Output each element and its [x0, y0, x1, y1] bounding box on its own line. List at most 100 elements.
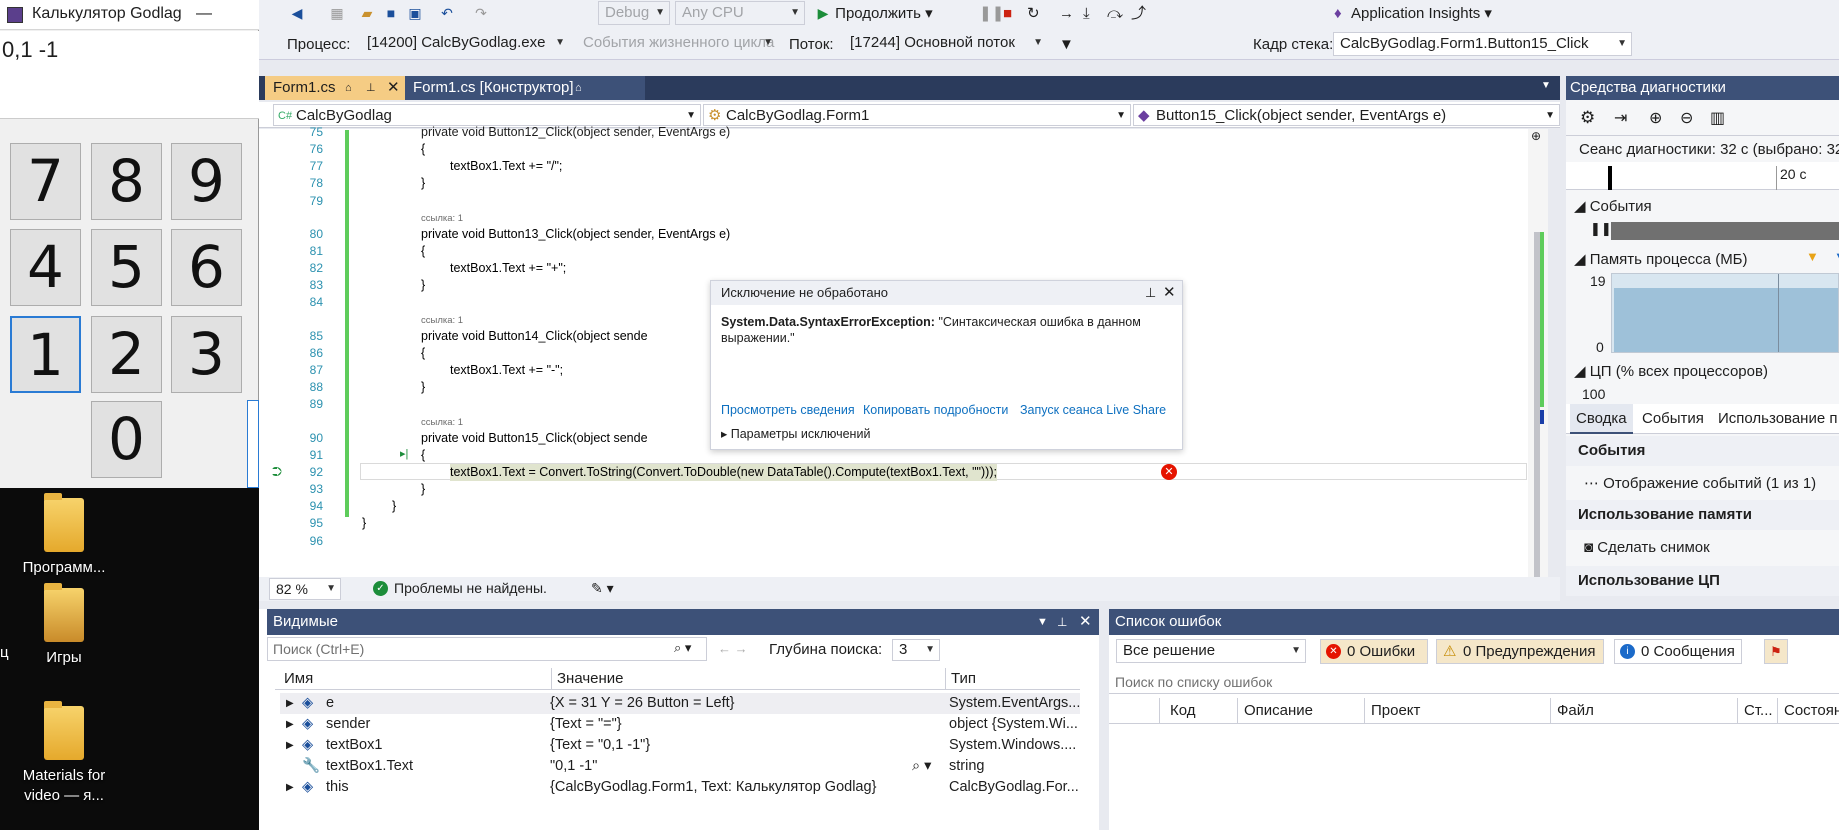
locals-row-e[interactable]: ▶ ◈ e {X = 31 Y = 26 Button = Left} Syst…: [280, 693, 1080, 714]
split-icon[interactable]: ⊕: [1531, 129, 1541, 143]
code-line-93[interactable]: }: [421, 481, 425, 498]
memory-graph[interactable]: [1611, 273, 1839, 353]
column-value[interactable]: Значение: [551, 668, 624, 690]
back-icon[interactable]: ◀: [289, 4, 305, 24]
code-line-82[interactable]: textBox1.Text += "+";: [450, 260, 566, 277]
code-line-90[interactable]: private void Button15_Click(object sende: [421, 430, 648, 447]
code-line-78[interactable]: }: [421, 175, 425, 192]
code-lens-references[interactable]: ссылка: 1: [421, 213, 463, 224]
pause-icon[interactable]: ❚❚: [1590, 221, 1612, 237]
class-combo[interactable]: ⚙ CalcByGodlag.Form1 ▼: [703, 104, 1131, 126]
stack-frame-combo[interactable]: CalcByGodlag.Form1.Button15_Click ▼: [1333, 32, 1632, 56]
expand-icon[interactable]: ▶: [286, 693, 294, 714]
process-combo[interactable]: [14200] CalcByGodlag.exe ▼: [361, 32, 569, 56]
project-combo[interactable]: C# CalcByGodlag ▼: [273, 104, 701, 126]
column-file[interactable]: Файл: [1550, 698, 1594, 724]
code-lens-references[interactable]: ссылка: 1: [421, 315, 463, 326]
close-icon[interactable]: ✕: [1163, 281, 1176, 305]
key-9[interactable]: 9: [171, 143, 242, 220]
events-track[interactable]: [1611, 222, 1839, 240]
exception-settings-toggle[interactable]: ▸ Параметры исключений: [721, 426, 870, 441]
desktop-icon-programs[interactable]: Программ...: [4, 493, 124, 578]
errors-filter-button[interactable]: ✕ 0 Ошибки: [1320, 639, 1428, 664]
run-to-cursor-icon[interactable]: ▸|: [400, 447, 408, 460]
step-over-icon[interactable]: ⤼: [1107, 4, 1123, 24]
pin-icon[interactable]: ⌂: [345, 76, 352, 100]
show-events-link[interactable]: ⋯ Отображение событий (1 из 1): [1584, 474, 1816, 492]
code-line-88[interactable]: }: [421, 379, 425, 396]
thread-combo[interactable]: [17244] Основной поток ▼: [844, 32, 1047, 56]
member-combo[interactable]: ◆ Button15_Click(object sender, EventArgs…: [1133, 104, 1560, 126]
desktop-icon-games[interactable]: Игры: [4, 583, 124, 668]
error-search-input[interactable]: Поиск по списку ошибок: [1109, 670, 1839, 694]
column-type[interactable]: Тип: [945, 668, 976, 690]
execution-arrow-icon[interactable]: ⮊: [272, 464, 282, 480]
zoom-in-icon[interactable]: ⊕: [1649, 108, 1662, 128]
column-description[interactable]: Описание: [1237, 698, 1313, 724]
timeline-ruler[interactable]: 20 с: [1566, 162, 1839, 190]
pin-icon[interactable]: ⊥: [1057, 609, 1067, 635]
code-line-80[interactable]: private void Button13_Click(object sende…: [421, 226, 730, 243]
key-7[interactable]: 7: [10, 143, 81, 220]
key-2[interactable]: 2: [91, 316, 162, 393]
column-project[interactable]: Проект: [1364, 698, 1420, 724]
key-0[interactable]: 0: [91, 401, 162, 478]
locals-search-input[interactable]: Поиск (Ctrl+E) ⌕ ▾: [267, 637, 707, 661]
restart-icon[interactable]: ↻: [1027, 4, 1040, 24]
live-share-link[interactable]: Запуск сеанса Live Share: [1020, 403, 1166, 417]
locals-row-this[interactable]: ▶ ◈ this {CalcByGodlag.Form1, Text: Каль…: [280, 777, 1080, 798]
code-line-94[interactable]: }: [392, 498, 396, 515]
save-all-icon[interactable]: ▣: [407, 4, 423, 24]
pin-tab-icon[interactable]: ⊥: [366, 76, 376, 100]
code-line-86[interactable]: {: [421, 345, 425, 362]
save-icon[interactable]: ■: [383, 4, 399, 24]
step-out-icon[interactable]: ⤴: [1131, 4, 1146, 24]
brush-icon[interactable]: ✎ ▾: [591, 580, 614, 597]
tab-overflow-icon[interactable]: ▼: [1541, 80, 1551, 91]
new-project-icon[interactable]: ▦: [329, 4, 345, 24]
close-icon[interactable]: ✕: [1079, 609, 1092, 635]
tab-form1-cs[interactable]: Form1.cs ⌂ ⊥ ✕: [265, 76, 405, 100]
code-line-95[interactable]: }: [362, 515, 366, 532]
build-filter-icon[interactable]: ⚑: [1764, 639, 1788, 664]
key-3[interactable]: 3: [171, 316, 242, 393]
step-into-icon[interactable]: ⤓: [1083, 4, 1090, 24]
view-details-link[interactable]: Просмотреть сведения: [721, 403, 855, 417]
hidden-button-edge[interactable]: [247, 400, 259, 488]
code-line-77[interactable]: textBox1.Text += "/";: [450, 158, 562, 175]
code-line-92[interactable]: textBox1.Text = Convert.ToString(Convert…: [450, 464, 997, 481]
code-lens-references[interactable]: ссылка: 1: [421, 417, 463, 428]
filter-icon[interactable]: ▼: [1059, 35, 1074, 55]
code-line-81[interactable]: {: [421, 243, 425, 260]
events-section[interactable]: ◢ События: [1574, 197, 1652, 215]
memory-section[interactable]: ◢ Память процесса (МБ): [1574, 250, 1748, 268]
tab-summary[interactable]: Сводка: [1570, 404, 1633, 434]
cpu-section[interactable]: ◢ ЦП (% всех процессоров): [1574, 362, 1768, 380]
key-1[interactable]: 1: [10, 316, 81, 393]
export-icon[interactable]: ⇥: [1614, 108, 1627, 128]
pause-icon[interactable]: ❚❚: [979, 4, 1004, 24]
code-line-87[interactable]: textBox1.Text += "-";: [450, 362, 563, 379]
application-insights-button[interactable]: Application Insights ▾: [1351, 4, 1492, 24]
locals-row-sender[interactable]: ▶ ◈ sender {Text = "="} object {System.W…: [280, 714, 1080, 735]
code-line-91[interactable]: {: [421, 447, 425, 464]
desktop-icon-materials[interactable]: Materials for video — я...: [4, 701, 124, 806]
code-line-83[interactable]: }: [421, 277, 425, 294]
issues-status[interactable]: Проблемы не найдены.: [394, 580, 547, 596]
platform-combo[interactable]: Any CPU ▼: [675, 1, 805, 25]
expand-icon[interactable]: ▶: [286, 714, 294, 735]
tab-usage[interactable]: Использование п: [1718, 404, 1837, 434]
editor-scrollbar[interactable]: ⊕: [1528, 129, 1548, 600]
undo-icon[interactable]: ↶: [439, 4, 455, 24]
configuration-combo[interactable]: Debug ▼: [598, 1, 670, 25]
pin-icon[interactable]: ⌂: [575, 76, 582, 100]
warnings-filter-button[interactable]: ⚠ 0 Предупреждения: [1436, 639, 1604, 664]
column-line[interactable]: Ст...: [1737, 698, 1773, 724]
expand-icon[interactable]: ▶: [286, 777, 294, 798]
code-line-75[interactable]: private void Button12_Click(object sende…: [421, 124, 730, 141]
key-6[interactable]: 6: [171, 229, 242, 306]
key-4[interactable]: 4: [10, 229, 81, 306]
dropdown-icon[interactable]: ▼: [1037, 609, 1048, 635]
locals-row-textbox1[interactable]: ▶ ◈ textBox1 {Text = "0,1 -1"} System.Wi…: [280, 735, 1080, 756]
gear-icon[interactable]: ⚙: [1580, 108, 1595, 128]
